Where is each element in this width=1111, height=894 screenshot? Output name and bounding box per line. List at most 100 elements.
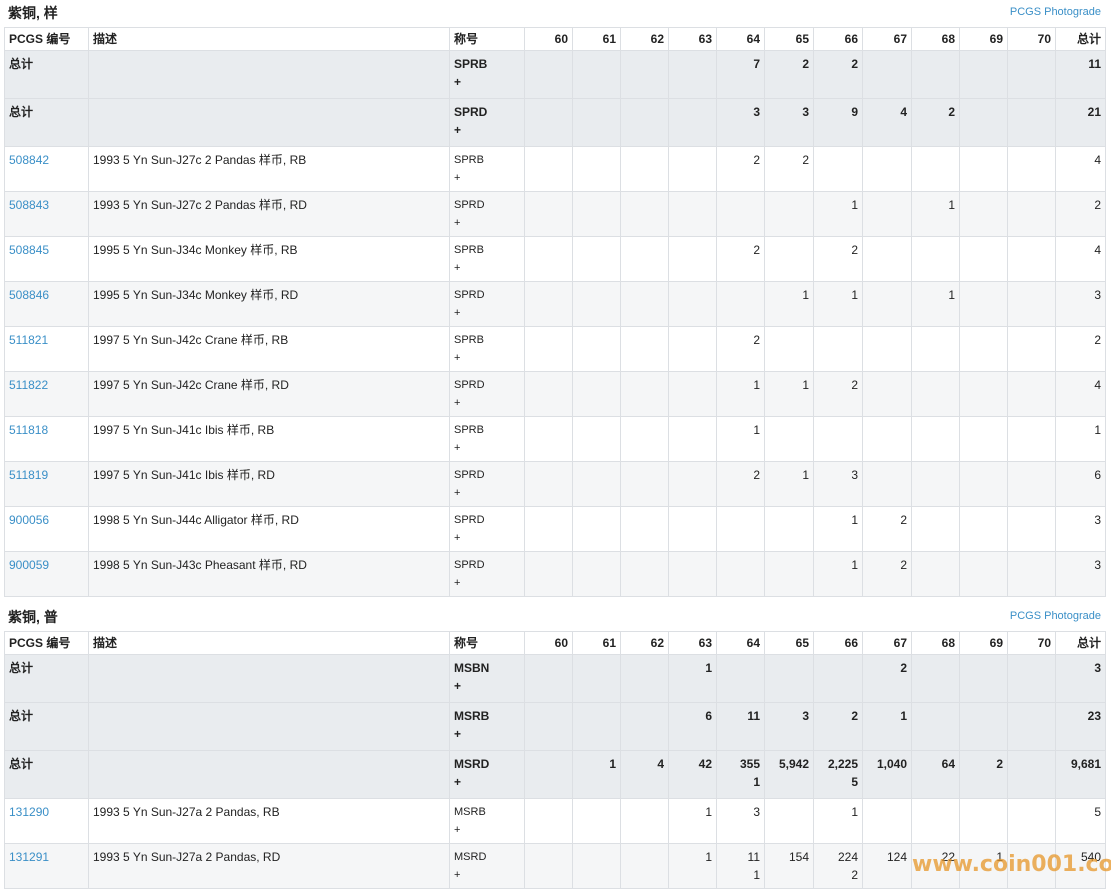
column-header: 总计 (1055, 27, 1106, 51)
total-label: 总计 (9, 661, 34, 675)
grade-count-cell (572, 236, 621, 282)
grade-count-cell (524, 326, 573, 372)
grade-count-cell (524, 50, 573, 99)
pcgs-number-link[interactable]: 511822 (9, 378, 48, 392)
grade-count-cell (1007, 236, 1056, 282)
grade-count-cell (668, 371, 717, 417)
grade-count-cell (572, 281, 621, 327)
grade-count-cell (911, 506, 960, 552)
grade-count-cell: 3 (764, 702, 814, 751)
grade-count-cell (668, 551, 717, 597)
table-row: 511819 1997 5 Yn Sun-J41c Ibis 样币, RD SPRD… (4, 461, 1106, 507)
pcgs-number-link[interactable]: 508845 (9, 243, 49, 257)
row-total-cell: 3 (1055, 654, 1106, 703)
grade-count-cell (620, 371, 669, 417)
row-total-cell: 4 (1055, 371, 1106, 417)
description-cell: 1998 5 Yn Sun-J44c Alligator 样币, RD (88, 506, 450, 552)
grade-count-cell (572, 371, 621, 417)
pcgs-number-cell: 131290 (4, 798, 89, 844)
grade-count-cell: 1 (813, 551, 863, 597)
grade-count-cell (1007, 750, 1056, 799)
grade-count-cell: 2 (716, 236, 765, 282)
grade-count-cell (1007, 281, 1056, 327)
grade-count-cell (668, 326, 717, 372)
grade-count-cell (959, 371, 1008, 417)
column-header: 63 (668, 27, 717, 51)
row-total-cell: 9,681 (1055, 750, 1106, 799)
pcgs-number-link[interactable]: 900056 (9, 513, 49, 527)
grade-count-cell (959, 50, 1008, 99)
pcgs-photograde-link[interactable]: PCGS Photograde (1010, 610, 1101, 622)
grade-count-cell (524, 281, 573, 327)
pcgs-number-cell: 511818 (4, 416, 89, 462)
total-row: 总计 MSBN + 1 2 3 (4, 654, 1106, 703)
grade-count-cell: 9 (813, 98, 863, 147)
grade-count-cell: 1 (911, 281, 960, 327)
grade-count-cell (716, 654, 765, 703)
grade-count-cell: 1 (572, 750, 621, 799)
grade-count-cell: 1 (813, 281, 863, 327)
pcgs-number-cell: 508845 (4, 236, 89, 282)
pcgs-number-link[interactable]: 511818 (9, 423, 48, 437)
grade-count-cell: 1 (813, 506, 863, 552)
section-title: 紫铜, 普 (8, 609, 58, 625)
table-row: 511821 1997 5 Yn Sun-J42c Crane 样币, RB SPR… (4, 326, 1106, 372)
column-header: 60 (524, 631, 573, 655)
population-table: PCGS 编号 描述 称号 60 61 62 63 64 65 66 67 68 69 70 总计 总计 SP… (4, 27, 1106, 597)
pcgs-number-cell: 511822 (4, 371, 89, 417)
description-cell: 1997 5 Yn Sun-J41c Ibis 样币, RB (88, 416, 450, 462)
grade-count-cell (716, 281, 765, 327)
grade-count-cell (764, 654, 814, 703)
grade-count-cell: 11 (716, 702, 765, 751)
grade-count-cell: 2 (911, 98, 960, 147)
grade-count-cell: 2 (764, 146, 814, 192)
grade-count-cell (524, 798, 573, 844)
grade-count-cell (1007, 798, 1056, 844)
column-header: 62 (620, 27, 669, 51)
header-row: PCGS 编号 描述 称号 60 61 62 63 64 65 66 67 68 69 70 总计 (4, 631, 1106, 655)
grade-count-cell: 6 (668, 702, 717, 751)
pcgs-number-cell: 511821 (4, 326, 89, 372)
column-header: 70 (1007, 27, 1056, 51)
watermark: www.coin001.com (912, 852, 1111, 877)
pcgs-photograde-link[interactable]: PCGS Photograde (1010, 6, 1101, 18)
column-header: 65 (764, 631, 814, 655)
designation-cell: SPRB + (449, 326, 525, 372)
grade-count-cell (572, 98, 621, 147)
grade-count-cell (716, 551, 765, 597)
pcgs-number-link[interactable]: 508846 (9, 288, 49, 302)
grade-count-cell: 4 (862, 98, 912, 147)
pcgs-number-link[interactable]: 508842 (9, 153, 49, 167)
grade-count-cell (911, 326, 960, 372)
column-header: 67 (862, 631, 912, 655)
pcgs-number-link[interactable]: 511821 (9, 333, 48, 347)
pcgs-number-cell: 508843 (4, 191, 89, 237)
pcgs-number-link[interactable]: 511819 (9, 468, 48, 482)
grade-count-cell (620, 236, 669, 282)
grade-count-cell (524, 416, 573, 462)
pcgs-number-link[interactable]: 900059 (9, 558, 49, 572)
grade-count-cell (911, 371, 960, 417)
grade-count-cell (959, 236, 1008, 282)
grade-count-cell (959, 416, 1008, 462)
grade-count-cell (668, 506, 717, 552)
grade-count-cell: 2 (959, 750, 1008, 799)
grade-count-cell (524, 461, 573, 507)
grade-count-cell: 2 (813, 236, 863, 282)
grade-count-cell: 1 (764, 281, 814, 327)
pcgs-number-link[interactable]: 131291 (9, 850, 49, 864)
grade-count-cell (959, 191, 1008, 237)
grade-count-cell (813, 146, 863, 192)
total-label: 总计 (9, 105, 34, 119)
grade-count-cell (862, 416, 912, 462)
pcgs-number-link[interactable]: 131290 (9, 805, 49, 819)
grade-count-cell (620, 416, 669, 462)
designation-cell: SPRD + (449, 461, 525, 507)
grade-count-cell: 1 (668, 843, 717, 889)
grade-count-cell (959, 281, 1008, 327)
row-total-cell: 1 (1055, 416, 1106, 462)
pcgs-number-link[interactable]: 508843 (9, 198, 49, 212)
grade-count-cell (572, 416, 621, 462)
description-cell (88, 702, 450, 751)
grade-count-cell (524, 750, 573, 799)
